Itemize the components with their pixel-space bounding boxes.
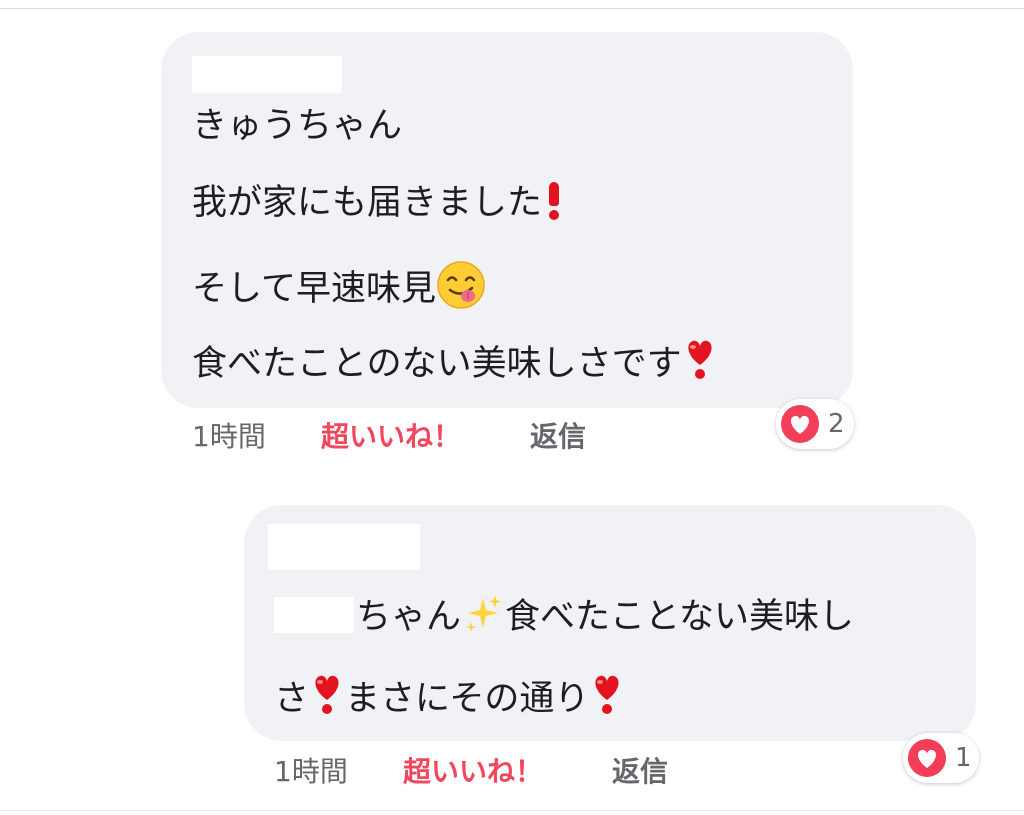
comment-text: 我が家にも届きました	[192, 183, 543, 223]
exclamation-icon	[546, 180, 562, 220]
heart-reaction-icon	[781, 405, 819, 443]
comment-text-line: さまさにその通り	[274, 672, 625, 721]
comment-text: ちゃん	[356, 597, 462, 637]
comment-timestamp: 1時間	[192, 420, 266, 453]
reaction-badge[interactable]: 2	[776, 399, 854, 449]
comment-text-line: きゅうちゃん	[192, 104, 402, 148]
reply-button[interactable]: 返信	[530, 420, 586, 454]
heart-exclamation-icon	[589, 672, 625, 716]
comment-text: そして早速味見	[192, 269, 436, 309]
reply-button[interactable]: 返信	[612, 755, 668, 789]
comment-text: まさにその通り	[345, 679, 590, 719]
comment-text: 食べたことのない美味しさです	[192, 344, 682, 384]
heart-exclamation-icon	[682, 337, 718, 381]
super-like-button[interactable]: 超いいね！	[321, 420, 461, 454]
author-name-redacted[interactable]	[192, 56, 342, 93]
face-savoring-food-icon	[437, 261, 485, 309]
heart-reaction-icon	[908, 739, 946, 777]
top-divider	[0, 8, 1024, 9]
comment-text: きゅうちゃん	[192, 106, 403, 146]
comment-text-line: そして早速味見	[192, 260, 486, 311]
comment-text: 食べたことない美味し	[505, 597, 854, 637]
bottom-divider	[0, 810, 1024, 811]
mention-redacted[interactable]	[274, 597, 354, 633]
sparkles-icon	[466, 595, 502, 632]
comment-text-line: 我が家にも届きました	[192, 180, 562, 225]
comment-text-line: 食べたことのない美味しさです	[192, 337, 718, 386]
comment-timestamp: 1時間	[274, 755, 348, 788]
super-like-button[interactable]: 超いいね！	[403, 755, 543, 789]
reaction-count: 1	[955, 743, 972, 773]
author-name-redacted[interactable]	[268, 524, 420, 570]
comment-text-line: ちゃん 食べたことない美味し	[274, 592, 854, 639]
reaction-count: 2	[828, 409, 845, 439]
comment-text: さ	[274, 679, 310, 719]
reaction-badge[interactable]: 1	[903, 733, 979, 783]
heart-exclamation-icon	[309, 672, 345, 716]
